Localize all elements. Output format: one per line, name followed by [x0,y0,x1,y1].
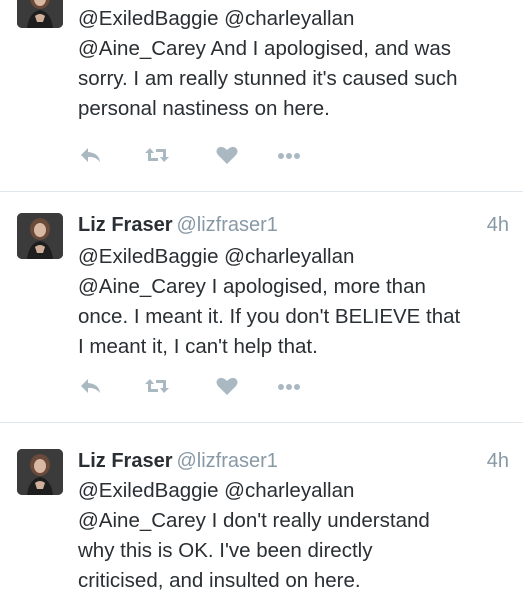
tweet-text-line: @Aine_Carey And I apologised, and was [78,37,451,60]
tweet-text-line: @ExiledBaggie @charleyallan [78,479,355,502]
tweet-text-line: criticised, and insulted on here. [78,569,361,592]
reply-icon[interactable] [78,373,104,399]
retweet-icon[interactable] [144,142,170,168]
user-handle[interactable]: @lizfraser1 [176,450,277,472]
tweet-text: @ExiledBaggie @charleyallan @Aine_Carey … [78,4,513,124]
tweet-text-line: @ExiledBaggie @charleyallan [78,7,355,30]
more-dots-icon[interactable] [276,373,302,399]
tweet-text-line: personal nastiness on here. [78,97,330,120]
tweet[interactable]: Liz Fraser @lizfraser1 4h @ExiledBaggie @… [0,193,523,423]
timestamp[interactable]: 4h [487,211,509,239]
heart-icon[interactable] [214,373,240,399]
tweet-text: @ExiledBaggie @charleyallan @Aine_Carey … [78,476,513,596]
tweet-header: Liz Fraser @lizfraser1 4h [78,447,509,475]
reply-icon[interactable] [78,142,104,168]
tweet-text-line: once. I meant it. If you don't BELIEVE t… [78,305,461,328]
tweet-text: @ExiledBaggie @charleyallan @Aine_Carey … [78,242,513,362]
tweet-text-line: @Aine_Carey I don't really understand [78,509,430,532]
display-name[interactable]: Liz Fraser [78,450,172,472]
tweet-text-line: @ExiledBaggie @charleyallan [78,245,355,268]
avatar[interactable] [17,0,63,28]
heart-icon[interactable] [214,142,240,168]
tweet-text-line: sorry. I am really stunned it's caused s… [78,67,458,90]
tweet-text-line: @Aine_Carey I apologised, more than [78,275,426,298]
avatar[interactable] [17,213,63,259]
tweet-actions [78,142,338,168]
tweet-text-line: I meant it, I can't help that. [78,335,318,358]
avatar[interactable] [17,449,63,495]
user-handle[interactable]: @lizfraser1 [176,214,277,236]
tweet-text-line: why this is OK. I've been directly [78,539,373,562]
timeline: @ExiledBaggie @charleyallan @Aine_Carey … [0,0,523,600]
more-dots-icon[interactable] [276,142,302,168]
tweet[interactable]: @ExiledBaggie @charleyallan @Aine_Carey … [0,0,523,192]
tweet-actions [78,373,338,399]
tweet-header: Liz Fraser @lizfraser1 4h [78,211,509,239]
timestamp[interactable]: 4h [487,447,509,475]
display-name[interactable]: Liz Fraser [78,214,172,236]
retweet-icon[interactable] [144,373,170,399]
